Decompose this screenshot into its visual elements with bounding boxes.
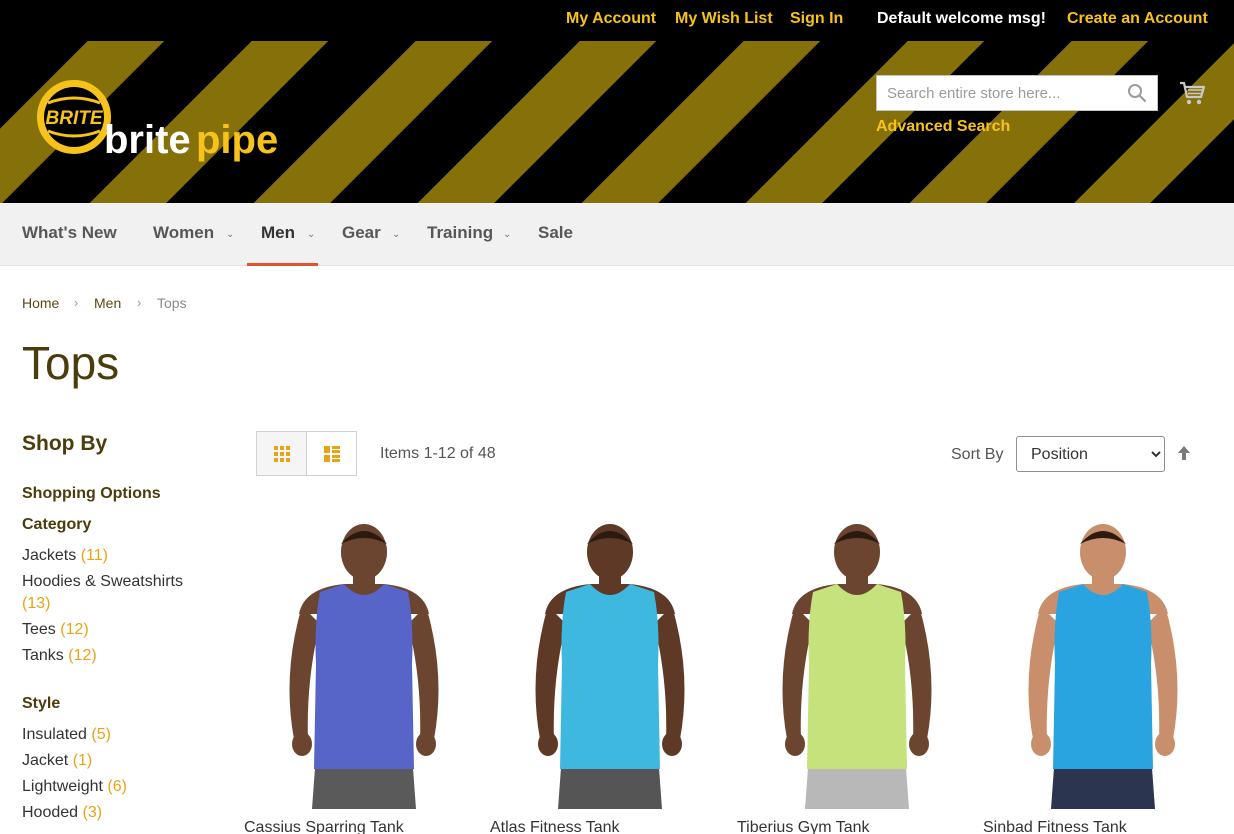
product-image[interactable]: [490, 514, 730, 809]
nav-item-women[interactable]: Women: [153, 223, 214, 243]
sort-direction-up-icon[interactable]: [1176, 444, 1192, 462]
logo-mark: BRITE brite pipe: [37, 80, 278, 162]
product-image[interactable]: [737, 514, 977, 809]
product-card[interactable]: Cassius Sparring Tank: [244, 514, 484, 834]
list-icon: [324, 446, 340, 462]
filter-category-hoodies-count[interactable]: (13): [22, 595, 50, 613]
figure-hand-left: [292, 732, 312, 756]
chevron-down-icon: ⌄: [392, 229, 401, 240]
product-card[interactable]: Atlas Fitness Tank: [490, 514, 730, 834]
product-image[interactable]: [244, 514, 484, 809]
nav-item-gear[interactable]: Gear: [342, 223, 381, 243]
filter-count: (3): [82, 804, 103, 821]
active-nav-indicator: [247, 263, 318, 266]
breadcrumb-current: Tops: [157, 295, 187, 311]
product-card[interactable]: Sinbad Fitness Tank: [983, 514, 1223, 834]
site-logo[interactable]: BRITE brite pipe: [34, 77, 284, 167]
nav-item-whats-new[interactable]: What's New: [22, 223, 117, 243]
advanced-search-link[interactable]: Advanced Search: [876, 118, 1010, 136]
filter-category-hoodies[interactable]: Hoodies & Sweatshirts: [22, 573, 183, 591]
chevron-down-icon: ⌄: [307, 229, 316, 240]
logo-text-yellow: pipe: [196, 118, 278, 162]
items-count: Items 1-12 of 48: [380, 445, 496, 462]
search-icon[interactable]: [1127, 83, 1147, 103]
search-box: [876, 75, 1158, 111]
figure-tank-top: [560, 584, 660, 769]
product-name-link[interactable]: Atlas Fitness Tank: [490, 819, 620, 834]
breadcrumb-separator-icon: ›: [137, 295, 142, 310]
product-name-link[interactable]: Sinbad Fitness Tank: [983, 819, 1127, 834]
shopping-options-heading: Shopping Options: [22, 485, 161, 502]
filter-category-tanks[interactable]: Tanks (12): [22, 647, 97, 665]
chevron-down-icon: ⌄: [503, 229, 512, 240]
sign-in-link[interactable]: Sign In: [790, 10, 843, 28]
main-navigation: What's New Women ⌄ Men ⌄ Gear ⌄ Training…: [0, 203, 1234, 266]
search-input[interactable]: [877, 76, 1117, 110]
filter-count: (12): [60, 621, 89, 638]
grid-view-button[interactable]: [256, 431, 307, 476]
filter-style-lightweight[interactable]: Lightweight (6): [22, 778, 127, 796]
figure-tank-top: [807, 584, 907, 769]
cart-icon[interactable]: [1178, 79, 1206, 107]
figure-hand-right: [909, 732, 929, 756]
create-account-link[interactable]: Create an Account: [1067, 10, 1208, 28]
filter-category-tees[interactable]: Tees (12): [22, 621, 89, 639]
chevron-down-icon: ⌄: [226, 229, 235, 240]
filter-style-hooded[interactable]: Hooded (3): [22, 804, 102, 822]
breadcrumb-men[interactable]: Men: [94, 295, 121, 311]
filter-count: (11): [80, 547, 108, 564]
product-name-link[interactable]: Tiberius Gym Tank: [737, 819, 869, 834]
welcome-message: Default welcome msg!: [877, 10, 1046, 27]
filter-style-insulated[interactable]: Insulated (5): [22, 726, 111, 744]
filter-count: (13): [22, 595, 51, 612]
logo-text-white: brite: [104, 118, 191, 162]
figure-hand-right: [416, 732, 436, 756]
my-account-link[interactable]: My Account: [566, 10, 656, 28]
breadcrumb-home[interactable]: Home: [22, 295, 59, 311]
filter-count: (1): [72, 752, 93, 769]
product-name-link[interactable]: Cassius Sparring Tank: [244, 819, 404, 834]
figure-hand-left: [785, 732, 805, 756]
sort-by-select[interactable]: Position Product Name Price: [1016, 436, 1165, 472]
wish-list-link[interactable]: My Wish List: [675, 10, 773, 28]
shop-by-heading: Shop By: [22, 432, 108, 455]
figure-tank-top: [1053, 584, 1153, 769]
figure-hand-left: [538, 732, 558, 756]
figure-hand-right: [662, 732, 682, 756]
logo-badge-text: BRITE: [46, 108, 104, 129]
filter-count: (12): [68, 647, 97, 664]
top-bar: My Account My Wish List Sign In Default …: [0, 0, 1234, 41]
nav-item-men[interactable]: Men: [261, 223, 295, 243]
filter-count: (5): [91, 726, 111, 743]
figure-hand-right: [1155, 732, 1175, 756]
nav-item-sale[interactable]: Sale: [538, 223, 573, 243]
figure-hand-left: [1031, 732, 1051, 756]
nav-item-training[interactable]: Training: [427, 223, 493, 243]
product-image[interactable]: [983, 514, 1223, 809]
breadcrumb-separator-icon: ›: [74, 295, 79, 310]
list-view-button[interactable]: [306, 431, 357, 476]
filter-count: (6): [107, 778, 127, 795]
sort-by-label: Sort By: [951, 446, 1004, 463]
filter-style-jacket[interactable]: Jacket (1): [22, 752, 92, 770]
product-card[interactable]: Tiberius Gym Tank: [737, 514, 977, 834]
style-filter-title[interactable]: Style: [22, 695, 60, 713]
site-header: BRITE brite pipe Advanced Search: [0, 41, 1234, 203]
category-filter-title[interactable]: Category: [22, 516, 91, 534]
figure-tank-top: [314, 584, 414, 769]
grid-icon: [274, 446, 290, 462]
page-title: Tops: [22, 337, 120, 389]
filter-category-jackets[interactable]: Jackets (11): [22, 547, 108, 565]
